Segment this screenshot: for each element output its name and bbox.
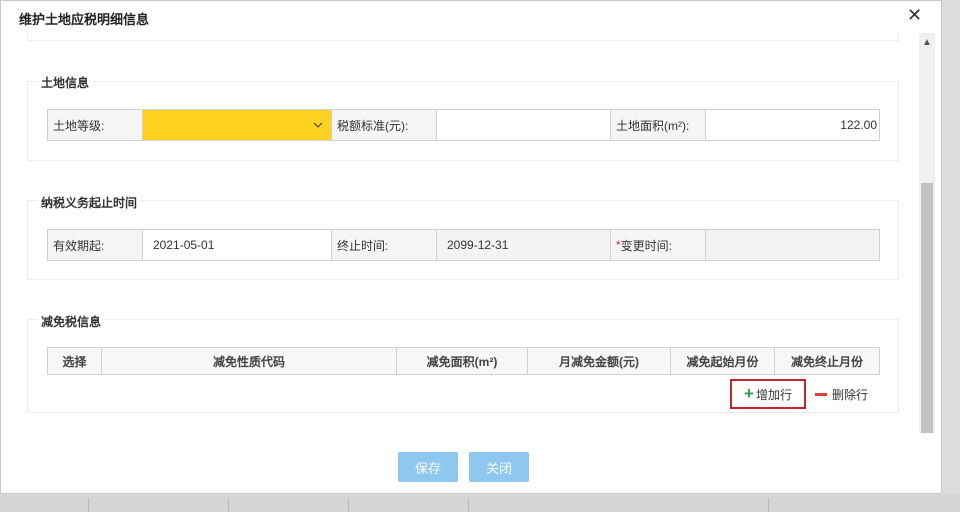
column-monthly-amount[interactable]: 月减免金额(元) bbox=[528, 348, 671, 374]
land-tax-detail-dialog: 维护土地应税明细信息 ✕ 土地信息 土地等级: 税额标准(元): 土地面积(m²… bbox=[0, 0, 942, 494]
delete-row-button[interactable]: 删除行 bbox=[815, 379, 868, 409]
background-page-edge bbox=[942, 0, 960, 512]
end-date-label: 终止时间: bbox=[332, 230, 437, 260]
vertical-scrollbar[interactable]: ▲ bbox=[919, 33, 935, 433]
land-info-row: 土地等级: 税额标准(元): 土地面积(m²): 122.00 bbox=[47, 109, 880, 141]
column-start-month[interactable]: 减免起始月份 bbox=[671, 348, 775, 374]
column-select[interactable]: 选择 bbox=[48, 348, 102, 374]
save-button[interactable]: 保存 bbox=[398, 452, 458, 482]
land-area-label: 土地面积(m²): bbox=[611, 110, 706, 140]
previous-section bbox=[27, 33, 899, 41]
effective-date-label: 有效期起: bbox=[48, 230, 143, 260]
column-relief-area[interactable]: 减免面积(m²) bbox=[397, 348, 528, 374]
background-divider bbox=[468, 498, 469, 512]
land-info-title: 土地信息 bbox=[38, 74, 93, 91]
tax-period-row: 有效期起: 2021-05-01 终止时间: 2099-12-31 * 变更时间: bbox=[47, 229, 880, 261]
chevron-up-icon[interactable]: ▲ bbox=[922, 37, 932, 48]
minus-icon bbox=[815, 392, 827, 396]
end-date-field: 2099-12-31 bbox=[437, 230, 611, 260]
close-button[interactable]: 关闭 bbox=[469, 452, 529, 482]
add-row-label: 增加行 bbox=[755, 387, 792, 402]
delete-row-label: 删除行 bbox=[832, 387, 869, 402]
effective-date-field[interactable]: 2021-05-01 bbox=[143, 230, 332, 260]
change-date-label: * 变更时间: bbox=[611, 230, 706, 260]
tax-period-title: 纳税义务起止时间 bbox=[38, 194, 141, 211]
land-grade-label: 土地等级: bbox=[48, 110, 143, 140]
tax-standard-field[interactable] bbox=[437, 110, 611, 140]
column-end-month[interactable]: 减免终止月份 bbox=[775, 348, 879, 374]
relief-grid-header: 选择 减免性质代码 减免面积(m²) 月减免金额(元) 减免起始月份 减免终止月… bbox=[47, 347, 880, 375]
relief-title: 减免税信息 bbox=[38, 313, 105, 330]
change-date-label-text: 变更时间: bbox=[620, 238, 673, 253]
land-area-field[interactable]: 122.00 bbox=[706, 110, 879, 140]
plus-icon: + bbox=[744, 384, 754, 403]
background-page-strip bbox=[0, 494, 960, 512]
land-grade-select[interactable] bbox=[143, 110, 332, 140]
change-date-field[interactable] bbox=[706, 230, 879, 260]
tax-standard-label: 税额标准(元): bbox=[332, 110, 437, 140]
background-divider bbox=[768, 498, 769, 512]
background-divider bbox=[348, 498, 349, 512]
close-icon[interactable]: ✕ bbox=[907, 5, 922, 26]
add-row-button[interactable]: + 增加行 bbox=[730, 379, 806, 409]
column-relief-code[interactable]: 减免性质代码 bbox=[102, 348, 397, 374]
background-divider bbox=[88, 498, 89, 512]
dialog-title: 维护土地应税明细信息 bbox=[19, 12, 150, 27]
chevron-down-icon bbox=[313, 122, 323, 128]
dialog-header: 维护土地应税明细信息 ✕ bbox=[1, 1, 941, 33]
scroll-thumb[interactable] bbox=[921, 183, 933, 433]
background-divider bbox=[228, 498, 229, 512]
